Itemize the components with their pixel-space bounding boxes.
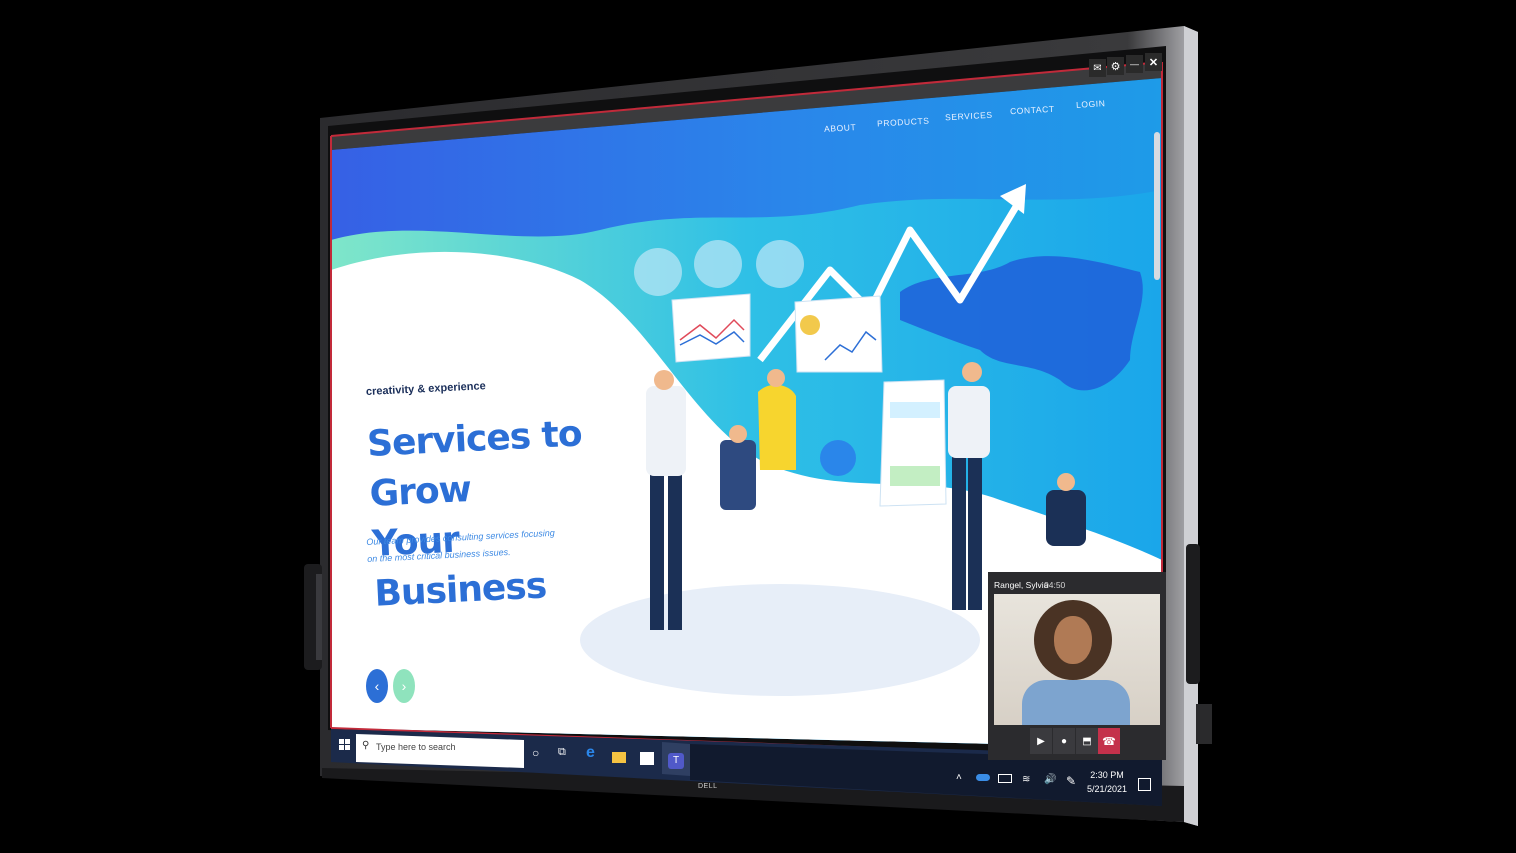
task-view-icon[interactable]: ⧉ — [558, 746, 566, 759]
camera-button[interactable]: ▶ — [1030, 728, 1052, 754]
chevron-up-icon[interactable]: ˄ — [956, 772, 962, 783]
edge-icon[interactable]: e — [586, 744, 595, 762]
clock-date: 5/21/2021 — [1086, 784, 1128, 794]
start-button[interactable] — [336, 736, 352, 752]
clock[interactable]: 2:30 PM 5/21/2021 — [1084, 770, 1130, 794]
call-duration: 04:50 — [1044, 580, 1066, 590]
taskbar-search[interactable]: ⚲ Type here to search — [360, 740, 520, 758]
battery-icon[interactable] — [998, 774, 1012, 783]
notification-icon[interactable] — [1138, 778, 1151, 791]
hang-up-icon: ☎ — [1102, 735, 1116, 748]
hang-up-button[interactable]: ☎ — [1098, 728, 1120, 754]
teams-icon[interactable]: T — [668, 753, 684, 769]
cortana-icon[interactable]: ○ — [532, 746, 539, 760]
file-explorer-icon[interactable] — [612, 752, 626, 763]
pen-workspace-icon[interactable]: ✎ — [1066, 774, 1076, 788]
camera-icon: ▶ — [1037, 735, 1045, 747]
volume-icon[interactable]: 🔊 — [1044, 774, 1056, 785]
mic-button[interactable]: ● — [1053, 728, 1075, 754]
caller-jacket — [1022, 680, 1130, 725]
caller-face — [1054, 616, 1092, 664]
share-screen-icon: ⬒ — [1082, 735, 1092, 747]
share-screen-button[interactable]: ⬒ — [1076, 728, 1098, 754]
taskbar-bg — [331, 729, 1162, 806]
mic-icon: ● — [1060, 735, 1068, 747]
onedrive-icon[interactable] — [976, 774, 990, 781]
search-icon: ⚲ — [362, 740, 370, 751]
clock-time: 2:30 PM — [1090, 770, 1124, 780]
teams-call-window[interactable]: Rangel, Sylvia 04:50 ▶ ● ⬒ ☎ — [988, 572, 1166, 760]
wifi-icon[interactable]: ≋ — [1022, 774, 1030, 785]
store-icon[interactable] — [640, 752, 654, 765]
dell-logo: DELL — [698, 783, 718, 790]
taskbar-search-placeholder: Type here to search — [376, 742, 456, 752]
caller-video — [994, 594, 1160, 725]
caller-name: Rangel, Sylvia — [994, 580, 1049, 590]
windows-start-icon — [339, 739, 350, 750]
